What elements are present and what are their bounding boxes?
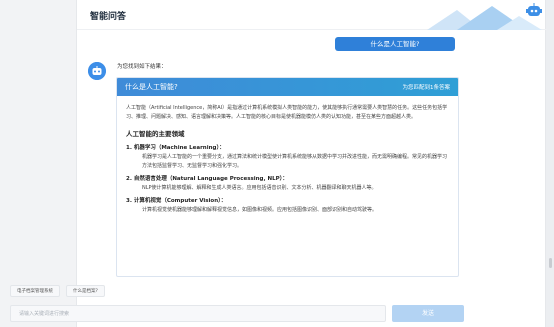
mountain-robot-illustration	[427, 3, 542, 30]
list-item-title: 1. 机器学习（Machine Learning）：	[126, 145, 225, 151]
user-message-bubble: 什么是人工智能?	[335, 37, 455, 51]
list-item-desc: 机器学习是人工智能的一个重要分支，通过算法和统计模型使计算机系统能够从数据中学习…	[142, 154, 448, 169]
chat-header: 智能问答	[77, 0, 547, 30]
answer-card-header: 什么是人工智能? 为您匹配到1条答案	[117, 78, 458, 96]
quick-question-row: 电子档案管理系统 什么是档案?	[10, 285, 105, 297]
list-item-desc: 计算机视觉使机器能够理解和解释视觉信息，如图像和视频。应用包括图像识别、面部识别…	[142, 207, 378, 213]
scroll-track[interactable]	[546, 0, 554, 327]
app-frame: 智能问答 什么是人工智能? 为您找到如下结果： 什么是人工智能? 为您匹配到1条…	[0, 0, 554, 327]
bot-intro-text: 为您找到如下结果：	[117, 64, 167, 70]
chat-panel: 智能问答 什么是人工智能? 为您找到如下结果： 什么是人工智能? 为您匹配到1条…	[76, 0, 547, 327]
quick-question-button[interactable]: 什么是档案?	[66, 285, 105, 297]
search-input[interactable]: 请输入关键词进行搜索	[10, 305, 386, 322]
list-item-desc: NLP使计算机能够理解、解释和生成人类语言。应用包括语音识别、文本分析、机器翻译…	[142, 185, 377, 191]
left-gutter	[0, 0, 76, 327]
list-item-title: 2. 自然语言处理（Natural Language Processing, N…	[126, 176, 288, 182]
section-title: 人工智能的主要领域	[126, 130, 185, 138]
answer-card-title: 什么是人工智能?	[125, 83, 178, 91]
quick-question-button[interactable]: 电子档案管理系统	[10, 285, 60, 297]
answer-card-body: 人工智能（Artificial Intelligence，简称AI）是指通过计算…	[117, 96, 458, 215]
page-title: 智能问答	[90, 12, 127, 22]
send-button[interactable]: 发送	[392, 305, 464, 322]
list-item-title: 3. 计算机视觉（Computer Vision）：	[126, 198, 227, 204]
match-count: 为您匹配到1条答案	[402, 85, 451, 91]
robot-avatar-icon	[88, 62, 106, 80]
intro-paragraph: 人工智能（Artificial Intelligence，简称AI）是指通过计算…	[126, 105, 448, 120]
answer-card: 什么是人工智能? 为您匹配到1条答案 人工智能（Artificial Intel…	[116, 77, 459, 277]
scrollbar-thumb[interactable]	[549, 258, 552, 268]
